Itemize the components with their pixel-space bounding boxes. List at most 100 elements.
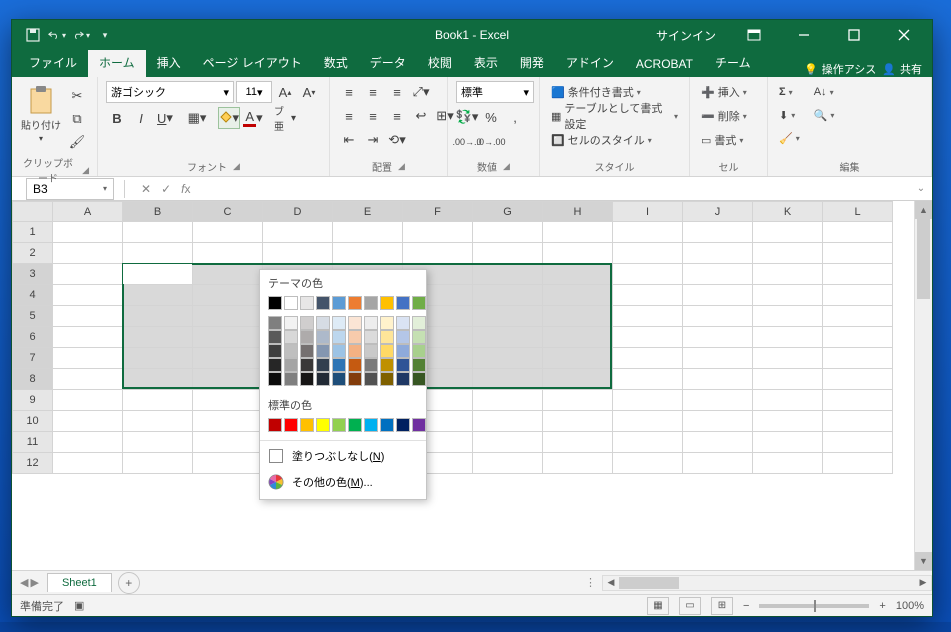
cell[interactable] xyxy=(193,390,263,411)
tab-addins[interactable]: アドイン xyxy=(555,49,625,77)
scroll-thumb[interactable] xyxy=(917,219,930,299)
row-header[interactable]: 10 xyxy=(13,411,53,432)
cell[interactable] xyxy=(473,432,543,453)
color-swatch[interactable] xyxy=(284,418,298,432)
cell[interactable] xyxy=(473,264,543,285)
row-header[interactable]: 5 xyxy=(13,306,53,327)
align-center-icon[interactable]: ≡ xyxy=(362,105,384,127)
color-swatch[interactable] xyxy=(316,296,330,310)
color-swatch[interactable] xyxy=(284,358,298,372)
cell[interactable] xyxy=(543,348,613,369)
cell[interactable] xyxy=(53,264,123,285)
cell[interactable] xyxy=(683,264,753,285)
cell[interactable] xyxy=(193,222,263,243)
cell[interactable] xyxy=(613,306,683,327)
row-header[interactable]: 7 xyxy=(13,348,53,369)
cell[interactable] xyxy=(683,285,753,306)
row-header[interactable]: 11 xyxy=(13,432,53,453)
cell[interactable] xyxy=(613,348,683,369)
tab-file[interactable]: ファイル xyxy=(18,49,88,77)
color-swatch[interactable] xyxy=(316,418,330,432)
format-as-table-button[interactable]: ▦テーブルとして書式設定▾ xyxy=(548,105,681,127)
color-swatch[interactable] xyxy=(364,344,378,358)
cell[interactable] xyxy=(53,348,123,369)
color-swatch[interactable] xyxy=(364,372,378,386)
color-swatch[interactable] xyxy=(316,344,330,358)
cell[interactable] xyxy=(473,369,543,390)
cell[interactable] xyxy=(123,264,193,285)
cell[interactable] xyxy=(193,285,263,306)
color-swatch[interactable] xyxy=(332,316,346,330)
cell[interactable] xyxy=(403,222,473,243)
zoom-slider[interactable] xyxy=(759,604,869,608)
zoom-level[interactable]: 100% xyxy=(896,600,924,612)
color-swatch[interactable] xyxy=(316,330,330,344)
color-swatch[interactable] xyxy=(316,316,330,330)
col-header[interactable]: L xyxy=(823,202,893,222)
cell[interactable] xyxy=(543,369,613,390)
cell[interactable] xyxy=(473,243,543,264)
col-header[interactable]: C xyxy=(193,202,263,222)
color-swatch[interactable] xyxy=(268,344,282,358)
color-swatch[interactable] xyxy=(396,372,410,386)
color-swatch[interactable] xyxy=(364,418,378,432)
cell[interactable] xyxy=(543,390,613,411)
cell[interactable] xyxy=(403,243,473,264)
cell[interactable] xyxy=(543,453,613,474)
cell[interactable] xyxy=(683,432,753,453)
tab-home[interactable]: ホーム xyxy=(88,49,146,77)
color-swatch[interactable] xyxy=(300,344,314,358)
cell[interactable] xyxy=(123,453,193,474)
horizontal-scrollbar[interactable]: ◀ ▶ xyxy=(602,575,932,591)
color-swatch[interactable] xyxy=(348,418,362,432)
cell[interactable] xyxy=(613,390,683,411)
scroll-down-icon[interactable]: ▼ xyxy=(915,552,932,570)
cell[interactable] xyxy=(753,222,823,243)
next-sheet-icon[interactable]: ▶ xyxy=(30,576,38,589)
cell[interactable] xyxy=(473,327,543,348)
phonetic-button[interactable]: ブ亜▾ xyxy=(274,107,296,129)
tab-page-layout[interactable]: ページ レイアウト xyxy=(192,49,313,77)
no-fill-option[interactable]: 塗りつぶしなし(N) xyxy=(260,443,426,469)
cell[interactable] xyxy=(123,369,193,390)
sort-filter-button[interactable]: A↓▾ xyxy=(811,81,838,103)
cell[interactable] xyxy=(193,432,263,453)
cell[interactable] xyxy=(543,432,613,453)
color-swatch[interactable] xyxy=(412,316,426,330)
cell[interactable] xyxy=(193,327,263,348)
color-swatch[interactable] xyxy=(332,344,346,358)
color-swatch[interactable] xyxy=(268,358,282,372)
cell[interactable] xyxy=(543,264,613,285)
row-header[interactable]: 9 xyxy=(13,390,53,411)
maximize-button[interactable] xyxy=(832,20,876,50)
color-swatch[interactable] xyxy=(348,372,362,386)
cell[interactable] xyxy=(823,285,893,306)
align-middle-icon[interactable]: ≡ xyxy=(362,81,384,103)
wrap-text-icon[interactable]: ↩ xyxy=(410,105,432,127)
comma-icon[interactable]: , xyxy=(504,106,526,128)
color-swatch[interactable] xyxy=(348,296,362,310)
color-swatch[interactable] xyxy=(396,358,410,372)
color-swatch[interactable] xyxy=(396,418,410,432)
format-painter-icon[interactable]: 🖌 xyxy=(66,131,88,153)
color-swatch[interactable] xyxy=(284,344,298,358)
cell[interactable] xyxy=(53,369,123,390)
cell[interactable] xyxy=(193,264,263,285)
normal-view-button[interactable]: ▦ xyxy=(647,597,669,615)
cell[interactable] xyxy=(613,411,683,432)
cell[interactable] xyxy=(753,348,823,369)
macro-record-icon[interactable]: ▣ xyxy=(74,599,84,612)
tab-review[interactable]: 校閲 xyxy=(417,49,463,77)
decrease-indent-icon[interactable]: ⇤ xyxy=(338,129,360,151)
cell[interactable] xyxy=(823,348,893,369)
color-swatch[interactable] xyxy=(412,330,426,344)
font-name-combo[interactable]: 游ゴシック▾ xyxy=(106,81,234,103)
color-swatch[interactable] xyxy=(396,316,410,330)
save-icon[interactable] xyxy=(24,26,42,44)
cell-styles-button[interactable]: 🔲セルのスタイル▾ xyxy=(548,129,655,151)
vertical-scrollbar[interactable]: ▲ ▼ xyxy=(914,201,932,570)
minimize-button[interactable] xyxy=(782,20,826,50)
col-header[interactable]: I xyxy=(613,202,683,222)
color-swatch[interactable] xyxy=(364,330,378,344)
col-header[interactable]: F xyxy=(403,202,473,222)
